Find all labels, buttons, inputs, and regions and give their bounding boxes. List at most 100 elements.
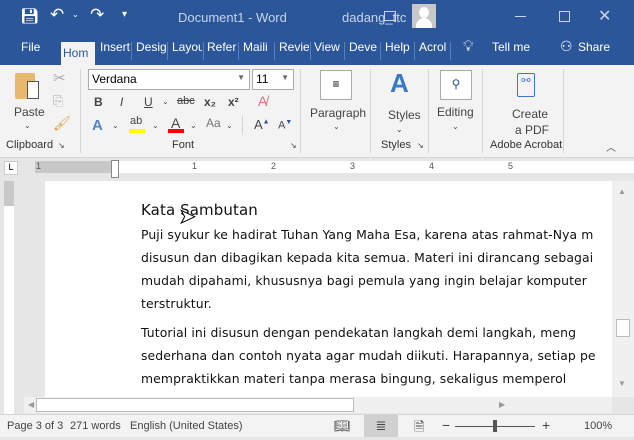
copy-icon[interactable]: ⎘ — [53, 93, 63, 109]
shrink-font-icon[interactable]: A▼ — [278, 119, 292, 132]
underline-button[interactable]: U — [144, 95, 153, 109]
styles-launcher-icon[interactable]: ↘ — [417, 141, 424, 150]
underline-dropdown-icon[interactable]: ⌄ — [162, 97, 169, 106]
change-case-dropdown-icon[interactable]: ⌄ — [226, 121, 233, 130]
paragraph-dropdown-icon[interactable]: ⌄ — [333, 122, 340, 131]
create-pdf-icon[interactable]: ⚯ — [517, 73, 535, 97]
font-size-value: 11 — [256, 72, 269, 86]
font-name-select[interactable]: Verdana ▼ — [88, 69, 250, 90]
document-line[interactable]: mempraktikkan materi tanpa merasa bingun… — [141, 371, 566, 386]
zoom-level[interactable]: 100% — [584, 420, 612, 432]
status-bar: Page 3 of 3 271 words English (United St… — [0, 414, 634, 437]
tab-design[interactable]: Desig — [136, 40, 166, 54]
minimize-button[interactable] — [515, 16, 526, 17]
highlight-color-bar — [129, 129, 145, 133]
editing-dropdown-icon[interactable]: ⌄ — [452, 122, 459, 131]
editing-button[interactable]: Editing — [437, 105, 474, 119]
font-color-dropdown-icon[interactable]: ⌄ — [190, 121, 197, 130]
page-count[interactable]: Page 3 of 3 — [7, 420, 63, 432]
tab-mailings[interactable]: Maili — [243, 40, 273, 54]
document-line[interactable]: mudah dipahami, khususnya bagi pemula ya… — [141, 273, 587, 288]
document-line[interactable]: Tutorial ini disusun dengan pendekatan l… — [141, 325, 576, 340]
horizontal-scrollbar[interactable]: ◀ ▶ — [24, 397, 612, 413]
paragraph-button[interactable]: Paragraph — [310, 106, 366, 120]
bold-button[interactable]: B — [94, 95, 103, 109]
indent-marker[interactable] — [111, 160, 119, 178]
tab-home[interactable]: Hom — [61, 42, 95, 65]
word-count[interactable]: 271 words — [70, 420, 121, 432]
create-pdf-line2[interactable]: a PDF — [515, 123, 549, 137]
clear-formatting-icon[interactable]: A̸ — [258, 93, 267, 109]
vertical-scrollbar[interactable]: ▲ ▼ — [612, 181, 634, 397]
tab-references[interactable]: Refer — [207, 40, 237, 54]
italic-button[interactable]: I — [120, 95, 123, 109]
text-effects-dropdown-icon[interactable]: ⌄ — [112, 121, 119, 130]
ruler-number: 3 — [350, 161, 356, 171]
change-case-button[interactable]: Aa — [206, 116, 221, 130]
save-icon[interactable]: 💾︎ — [20, 7, 39, 25]
editing-search-icon[interactable]: ⚲ — [440, 70, 472, 100]
document-line[interactable]: Puji syukur ke hadirat Tuhan Yang Maha E… — [141, 227, 593, 242]
vertical-scroll-thumb[interactable] — [616, 319, 630, 337]
maximize-button[interactable] — [559, 11, 570, 22]
strikethrough-button[interactable]: abc — [177, 95, 195, 107]
document-page[interactable]: Kata Sambutan Puji syukur ke hadirat Tuh… — [45, 181, 612, 397]
grow-font-icon[interactable]: A▲ — [254, 117, 270, 132]
format-painter-icon[interactable]: 🖌︎ — [53, 115, 71, 132]
undo-dropdown-icon[interactable]: ⌄ — [72, 10, 79, 19]
clipboard-launcher-icon[interactable]: ↘ — [58, 141, 65, 150]
highlight-icon[interactable]: ab — [130, 115, 142, 127]
subscript-button[interactable]: x₂ — [204, 95, 216, 109]
document-line[interactable]: terstruktur. — [141, 296, 212, 311]
paste-dropdown-icon[interactable]: ⌄ — [24, 121, 31, 130]
document-heading[interactable]: Kata Sambutan — [141, 201, 258, 219]
paragraph-icon[interactable]: ≡ — [320, 70, 352, 100]
document-line[interactable]: sederhana dan contoh nyata agar mudah di… — [141, 348, 596, 363]
read-mode-icon[interactable]: 📖︎ — [334, 418, 351, 434]
scroll-right-icon[interactable]: ▶ — [499, 400, 505, 409]
customize-toolbar-icon[interactable]: ▾ — [122, 9, 127, 20]
cut-icon[interactable]: ✂ — [53, 69, 66, 87]
highlight-dropdown-icon[interactable]: ⌄ — [152, 121, 159, 130]
styles-button[interactable]: Styles — [388, 108, 421, 122]
create-pdf-line1[interactable]: Create — [512, 107, 548, 121]
tab-view[interactable]: View — [314, 40, 340, 54]
collapse-ribbon-icon[interactable]: ︿ — [606, 139, 616, 154]
paste-button[interactable]: Paste — [14, 105, 45, 119]
superscript-button[interactable]: x² — [228, 95, 239, 109]
undo-icon[interactable]: ↶ — [50, 5, 64, 25]
tell-me-search[interactable]: Tell me — [492, 40, 530, 54]
styles-dropdown-icon[interactable]: ⌄ — [396, 125, 403, 134]
print-layout-icon[interactable]: ≣ — [364, 415, 398, 437]
close-button[interactable]: ✕ — [598, 6, 611, 26]
scroll-up-icon[interactable]: ▲ — [618, 187, 626, 196]
text-effects-icon[interactable]: A — [92, 117, 103, 134]
zoom-in-button[interactable]: + — [542, 417, 550, 433]
horizontal-scroll-thumb[interactable] — [36, 398, 354, 412]
tab-layout[interactable]: Layou — [172, 40, 202, 54]
tab-help[interactable]: Help — [385, 40, 410, 54]
tab-acrobat[interactable]: Acrol — [419, 40, 449, 54]
zoom-out-button[interactable]: − — [442, 417, 450, 433]
tab-developer[interactable]: Deve — [349, 40, 379, 54]
tab-insert[interactable]: Insert — [100, 40, 130, 54]
tab-review[interactable]: Revie — [279, 40, 309, 54]
redo-icon[interactable]: ↷ — [90, 5, 104, 25]
paste-icon[interactable] — [15, 73, 39, 99]
font-size-select[interactable]: 11 ▼ — [252, 69, 294, 90]
title-bar: 💾︎ ↶ ⌄ ↷ ▾ Document1 - Word dadang_ttc ✕ — [0, 0, 634, 34]
ribbon-display-options-icon[interactable] — [384, 11, 396, 21]
user-name[interactable]: dadang_ttc — [342, 10, 406, 25]
zoom-slider-thumb[interactable] — [493, 420, 497, 432]
tab-selector[interactable]: L — [4, 161, 18, 175]
scroll-left-icon[interactable]: ◀ — [28, 400, 34, 409]
styles-icon[interactable]: A — [390, 68, 409, 99]
language-status[interactable]: English (United States) — [130, 420, 243, 432]
avatar[interactable] — [412, 4, 436, 28]
share-button[interactable]: Share — [578, 40, 610, 54]
document-line[interactable]: disusun dan dibagikan kepada kita semua.… — [141, 250, 593, 265]
scroll-down-icon[interactable]: ▼ — [618, 379, 626, 388]
group-label-styles: Styles — [381, 139, 411, 151]
font-launcher-icon[interactable]: ↘ — [290, 141, 297, 150]
tab-file[interactable]: File — [21, 40, 40, 54]
